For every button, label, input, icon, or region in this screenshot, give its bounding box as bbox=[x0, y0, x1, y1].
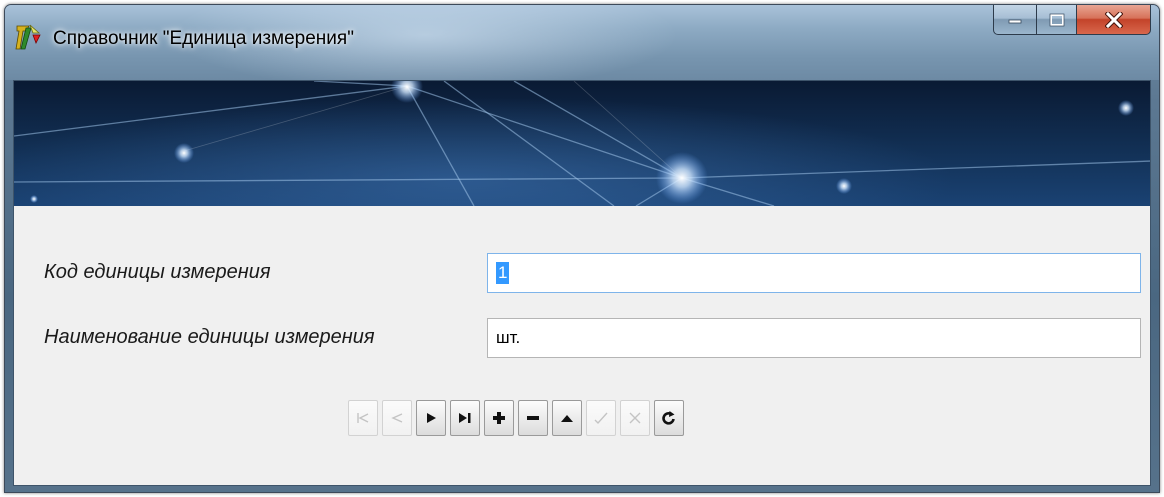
app-icon bbox=[15, 24, 41, 50]
refresh-icon bbox=[662, 411, 675, 425]
first-record-button[interactable] bbox=[348, 400, 378, 436]
window-title: Справочник "Единица измерения" bbox=[53, 28, 354, 49]
minimize-button[interactable] bbox=[993, 5, 1037, 35]
name-field-value: шт. bbox=[496, 328, 521, 347]
prior-record-button[interactable] bbox=[382, 400, 412, 436]
check-icon bbox=[594, 412, 608, 425]
play-next-icon bbox=[427, 413, 436, 423]
code-field-selection: 1 bbox=[496, 262, 510, 284]
name-field[interactable]: шт. bbox=[487, 318, 1141, 358]
network-decoration-image bbox=[14, 81, 1150, 206]
close-icon bbox=[1104, 11, 1123, 28]
code-label: Код единицы измерения bbox=[44, 261, 271, 283]
refresh-record-button[interactable] bbox=[654, 400, 684, 436]
close-button[interactable] bbox=[1077, 5, 1151, 35]
triangle-up-icon bbox=[561, 415, 573, 422]
header-banner bbox=[14, 81, 1150, 206]
cancel-x-icon bbox=[629, 412, 641, 424]
title-bar[interactable]: Справочник "Единица измерения" bbox=[5, 5, 1159, 80]
maximize-button[interactable] bbox=[1037, 5, 1077, 35]
code-field[interactable]: 1 bbox=[487, 253, 1141, 293]
name-label: Наименование единицы измерения bbox=[44, 326, 375, 348]
main-window: Справочник "Единица измерения" Код едини… bbox=[4, 4, 1160, 493]
minimize-icon bbox=[1008, 19, 1022, 23]
caption-buttons bbox=[993, 5, 1151, 43]
minus-icon bbox=[527, 416, 539, 420]
delete-record-button[interactable] bbox=[518, 400, 548, 436]
prior-icon bbox=[391, 413, 403, 423]
insert-record-button[interactable] bbox=[484, 400, 514, 436]
db-navigator bbox=[348, 400, 684, 436]
plus-icon bbox=[493, 412, 505, 424]
client-area: Код единицы измерения 1 Наименование еди… bbox=[13, 80, 1151, 486]
cancel-record-button[interactable] bbox=[620, 400, 650, 436]
edit-record-button[interactable] bbox=[552, 400, 582, 436]
post-record-button[interactable] bbox=[586, 400, 616, 436]
last-record-button[interactable] bbox=[450, 400, 480, 436]
last-icon bbox=[459, 413, 471, 423]
first-icon bbox=[357, 413, 369, 423]
next-record-button[interactable] bbox=[416, 400, 446, 436]
maximize-icon bbox=[1049, 13, 1064, 26]
